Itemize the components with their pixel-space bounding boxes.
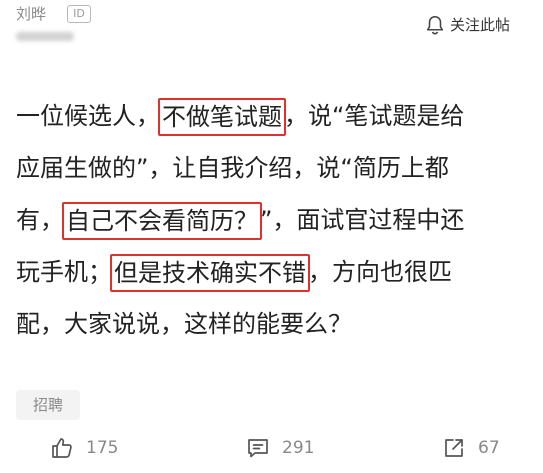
share-count: 67 [478, 438, 500, 458]
like-count: 175 [86, 438, 119, 458]
id-badge: ID [67, 5, 91, 23]
highlight-box: 不做笔试题 [158, 98, 286, 136]
share-icon [445, 439, 463, 457]
follow-label: 关注此帖 [450, 16, 511, 34]
post-text: 有， [16, 206, 64, 234]
post-text: ，方向也很匹 [308, 258, 452, 286]
post-line: 一位候选人，不做笔试题，说“笔试题是给 [16, 90, 536, 142]
post-text: ，说“笔试题是给 [284, 102, 465, 130]
comment-count: 291 [282, 438, 315, 458]
author-name[interactable]: 刘晔 [16, 4, 46, 24]
post-text: 一位候选人， [16, 102, 160, 130]
like-button[interactable]: 175 [50, 433, 118, 463]
post-text: 应届生做的”，让自我介绍，说“简历上都 [16, 154, 449, 182]
comment-icon [248, 439, 268, 458]
highlight-box: 但是技术确实不错 [110, 254, 310, 292]
post-text: 玩手机； [16, 258, 112, 286]
comment-button[interactable]: 291 [246, 433, 314, 463]
post-text: ”，面试官过程中还 [260, 206, 465, 234]
post-line: 玩手机；但是技术确实不错，方向也很匹 [16, 246, 536, 298]
share-button[interactable]: 67 [442, 433, 500, 463]
blurred-subtitle [16, 32, 74, 41]
post-line: 配，大家说说，这样的能要么？ [16, 298, 536, 350]
topic-tag[interactable]: 招聘 [16, 390, 80, 420]
bell-icon [426, 15, 444, 35]
post-header: 刘晔 ID 关注此帖 [0, 0, 543, 70]
post-body: 一位候选人，不做笔试题，说“笔试题是给 应届生做的”，让自我介绍，说“简历上都 … [16, 90, 536, 350]
highlight-box: 自己不会看简历？ [62, 202, 262, 240]
thumbs-up-icon [52, 438, 72, 458]
post-line: 应届生做的”，让自我介绍，说“简历上都 [16, 142, 536, 194]
follow-post-button[interactable]: 关注此帖 [424, 12, 510, 38]
post-line: 有，自己不会看简历？”，面试官过程中还 [16, 194, 536, 246]
post-text: 配，大家说说，这样的能要么？ [16, 310, 352, 338]
